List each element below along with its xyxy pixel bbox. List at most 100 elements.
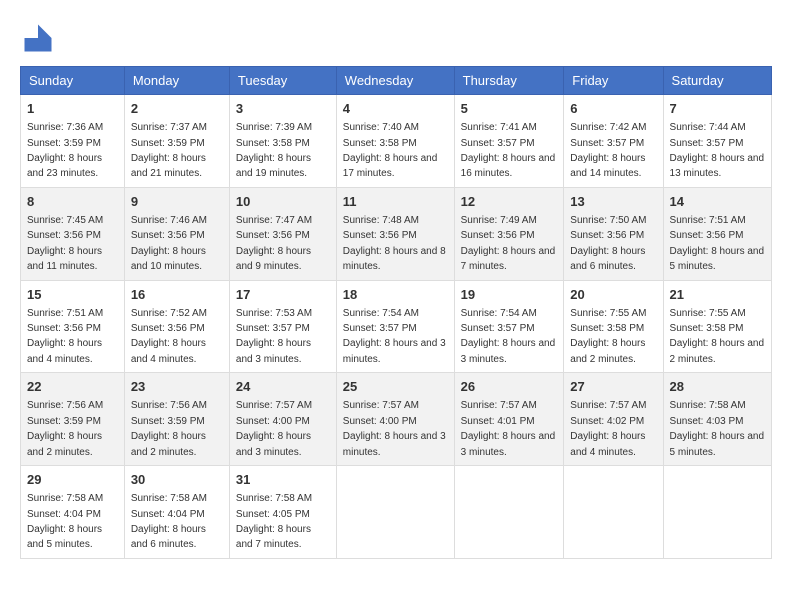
logo [20, 20, 60, 56]
weekday-header-sunday: Sunday [21, 67, 125, 95]
sunrise-info: Sunrise: 7:39 AM [236, 122, 312, 133]
day-number: 10 [236, 193, 330, 211]
daylight-info: Daylight: 8 hours and 6 minutes. [570, 246, 645, 272]
day-number: 4 [343, 100, 448, 118]
calendar-cell: 27 Sunrise: 7:57 AM Sunset: 4:02 PM Dayligh… [564, 373, 663, 466]
daylight-info: Daylight: 8 hours and 16 minutes. [461, 153, 556, 179]
calendar-week-1: 1Sunrise: 7:36 AMSunset: 3:59 PMDaylight… [21, 95, 772, 188]
daylight-info: Daylight: 8 hours and 5 minutes. [27, 524, 102, 550]
weekday-header-wednesday: Wednesday [336, 67, 454, 95]
daylight-info: Daylight: 8 hours and 5 minutes. [670, 431, 765, 457]
day-number: 24 [236, 378, 330, 396]
sunset-info: Sunset: 3:57 PM [461, 323, 535, 334]
day-number: 31 [236, 471, 330, 489]
calendar-cell [454, 466, 564, 559]
sunset-info: Sunset: 4:00 PM [343, 416, 417, 427]
day-number: 30 [131, 471, 223, 489]
day-number: 7 [670, 100, 765, 118]
sunset-info: Sunset: 3:58 PM [236, 138, 310, 149]
daylight-info: Daylight: 8 hours and 6 minutes. [131, 524, 206, 550]
day-number: 17 [236, 286, 330, 304]
sunset-info: Sunset: 3:59 PM [131, 416, 205, 427]
sunset-info: Sunset: 3:58 PM [670, 323, 744, 334]
sunset-info: Sunset: 3:59 PM [131, 138, 205, 149]
sunset-info: Sunset: 3:56 PM [131, 323, 205, 334]
weekday-header-friday: Friday [564, 67, 663, 95]
sunrise-info: Sunrise: 7:55 AM [670, 308, 746, 319]
daylight-info: Daylight: 8 hours and 11 minutes. [27, 246, 102, 272]
sunrise-info: Sunrise: 7:44 AM [670, 122, 746, 133]
calendar-cell: 19Sunrise: 7:54 AMSunset: 3:57 PMDayligh… [454, 280, 564, 373]
day-number: 9 [131, 193, 223, 211]
calendar-week-2: 8Sunrise: 7:45 AMSunset: 3:56 PMDaylight… [21, 187, 772, 280]
calendar-cell: 28Sunrise: 7:58 AMSunset: 4:03 PMDayligh… [663, 373, 771, 466]
daylight-info: Daylight: 8 hours and 9 minutes. [236, 246, 311, 272]
sunrise-info: Sunrise: 7:57 AM [461, 400, 537, 411]
day-number: 22 [27, 378, 118, 396]
calendar-cell: 5Sunrise: 7:41 AMSunset: 3:57 PMDaylight… [454, 95, 564, 188]
calendar-body: 1Sunrise: 7:36 AMSunset: 3:59 PMDaylight… [21, 95, 772, 559]
sunrise-info: Sunrise: 7:46 AM [131, 215, 207, 226]
day-number: 23 [131, 378, 223, 396]
day-number: 6 [570, 100, 656, 118]
day-number: 11 [343, 193, 448, 211]
calendar-cell: 29Sunrise: 7:58 AMSunset: 4:04 PMDayligh… [21, 466, 125, 559]
sunrise-info: Sunrise: 7:57 AM [343, 400, 419, 411]
sunset-info: Sunset: 4:02 PM [570, 416, 644, 427]
daylight-info: Daylight: 8 hours and 2 minutes. [131, 431, 206, 457]
day-number: 2 [131, 100, 223, 118]
daylight-info: Daylight: 8 hours and 8 minutes. [343, 246, 446, 272]
day-number: 27 [570, 378, 656, 396]
sunrise-info: Sunrise: 7:57 AM [570, 400, 646, 411]
calendar-cell: 23Sunrise: 7:56 AMSunset: 3:59 PMDayligh… [124, 373, 229, 466]
sunrise-info: Sunrise: 7:58 AM [131, 493, 207, 504]
calendar-cell: 15Sunrise: 7:51 AMSunset: 3:56 PMDayligh… [21, 280, 125, 373]
sunrise-info: Sunrise: 7:56 AM [27, 400, 103, 411]
sunset-info: Sunset: 3:59 PM [27, 416, 101, 427]
calendar-cell: 14Sunrise: 7:51 AMSunset: 3:56 PMDayligh… [663, 187, 771, 280]
sunrise-info: Sunrise: 7:51 AM [670, 215, 746, 226]
sunset-info: Sunset: 3:57 PM [570, 138, 644, 149]
daylight-info: Daylight: 8 hours and 23 minutes. [27, 153, 102, 179]
calendar-cell: 3 Sunrise: 7:39 AM Sunset: 3:58 PM Daylight… [229, 95, 336, 188]
sunset-info: Sunset: 3:58 PM [343, 138, 417, 149]
calendar-cell: 31Sunrise: 7:58 AMSunset: 4:05 PMDayligh… [229, 466, 336, 559]
sunset-info: Sunset: 3:56 PM [27, 323, 101, 334]
calendar-cell: 2Sunrise: 7:37 AMSunset: 3:59 PMDaylight… [124, 95, 229, 188]
sunset-info: Sunset: 3:56 PM [570, 230, 644, 241]
sunset-info: Sunset: 3:56 PM [461, 230, 535, 241]
sunset-info: Sunset: 4:04 PM [27, 509, 101, 520]
day-number: 15 [27, 286, 118, 304]
calendar-cell [336, 466, 454, 559]
daylight-info: Daylight: 8 hours and 10 minutes. [131, 246, 206, 272]
sunrise-info: Sunrise: 7:58 AM [27, 493, 103, 504]
daylight-info: Daylight: 8 hours and 2 minutes. [27, 431, 102, 457]
weekday-header-saturday: Saturday [663, 67, 771, 95]
sunrise-info: Sunrise: 7:54 AM [343, 308, 419, 319]
calendar-header: SundayMondayTuesdayWednesdayThursdayFrid… [21, 67, 772, 95]
daylight-info: Daylight: 8 hours and 19 minutes. [236, 153, 311, 179]
daylight-info: Daylight: 8 hours and 17 minutes. [343, 153, 438, 179]
calendar-cell: 9 Sunrise: 7:46 AM Sunset: 3:56 PM Daylight… [124, 187, 229, 280]
day-number: 13 [570, 193, 656, 211]
calendar-cell [663, 466, 771, 559]
daylight-info: Daylight: 8 hours and 3 minutes. [236, 338, 311, 364]
sunset-info: Sunset: 3:56 PM [343, 230, 417, 241]
page-header [20, 20, 772, 56]
sunset-info: Sunset: 3:56 PM [131, 230, 205, 241]
daylight-info: Daylight: 8 hours and 2 minutes. [570, 338, 645, 364]
daylight-info: Daylight: 8 hours and 3 minutes. [343, 431, 446, 457]
sunrise-info: Sunrise: 7:58 AM [670, 400, 746, 411]
sunset-info: Sunset: 3:58 PM [570, 323, 644, 334]
daylight-info: Daylight: 8 hours and 7 minutes. [236, 524, 311, 550]
daylight-info: Daylight: 8 hours and 2 minutes. [670, 338, 765, 364]
sunrise-info: Sunrise: 7:58 AM [236, 493, 312, 504]
weekday-header-thursday: Thursday [454, 67, 564, 95]
sunset-info: Sunset: 4:04 PM [131, 509, 205, 520]
daylight-info: Daylight: 8 hours and 13 minutes. [670, 153, 765, 179]
daylight-info: Daylight: 8 hours and 4 minutes. [570, 431, 645, 457]
day-number: 3 [236, 100, 330, 118]
calendar-cell: 17Sunrise: 7:53 AMSunset: 3:57 PMDayligh… [229, 280, 336, 373]
sunset-info: Sunset: 4:00 PM [236, 416, 310, 427]
day-number: 20 [570, 286, 656, 304]
